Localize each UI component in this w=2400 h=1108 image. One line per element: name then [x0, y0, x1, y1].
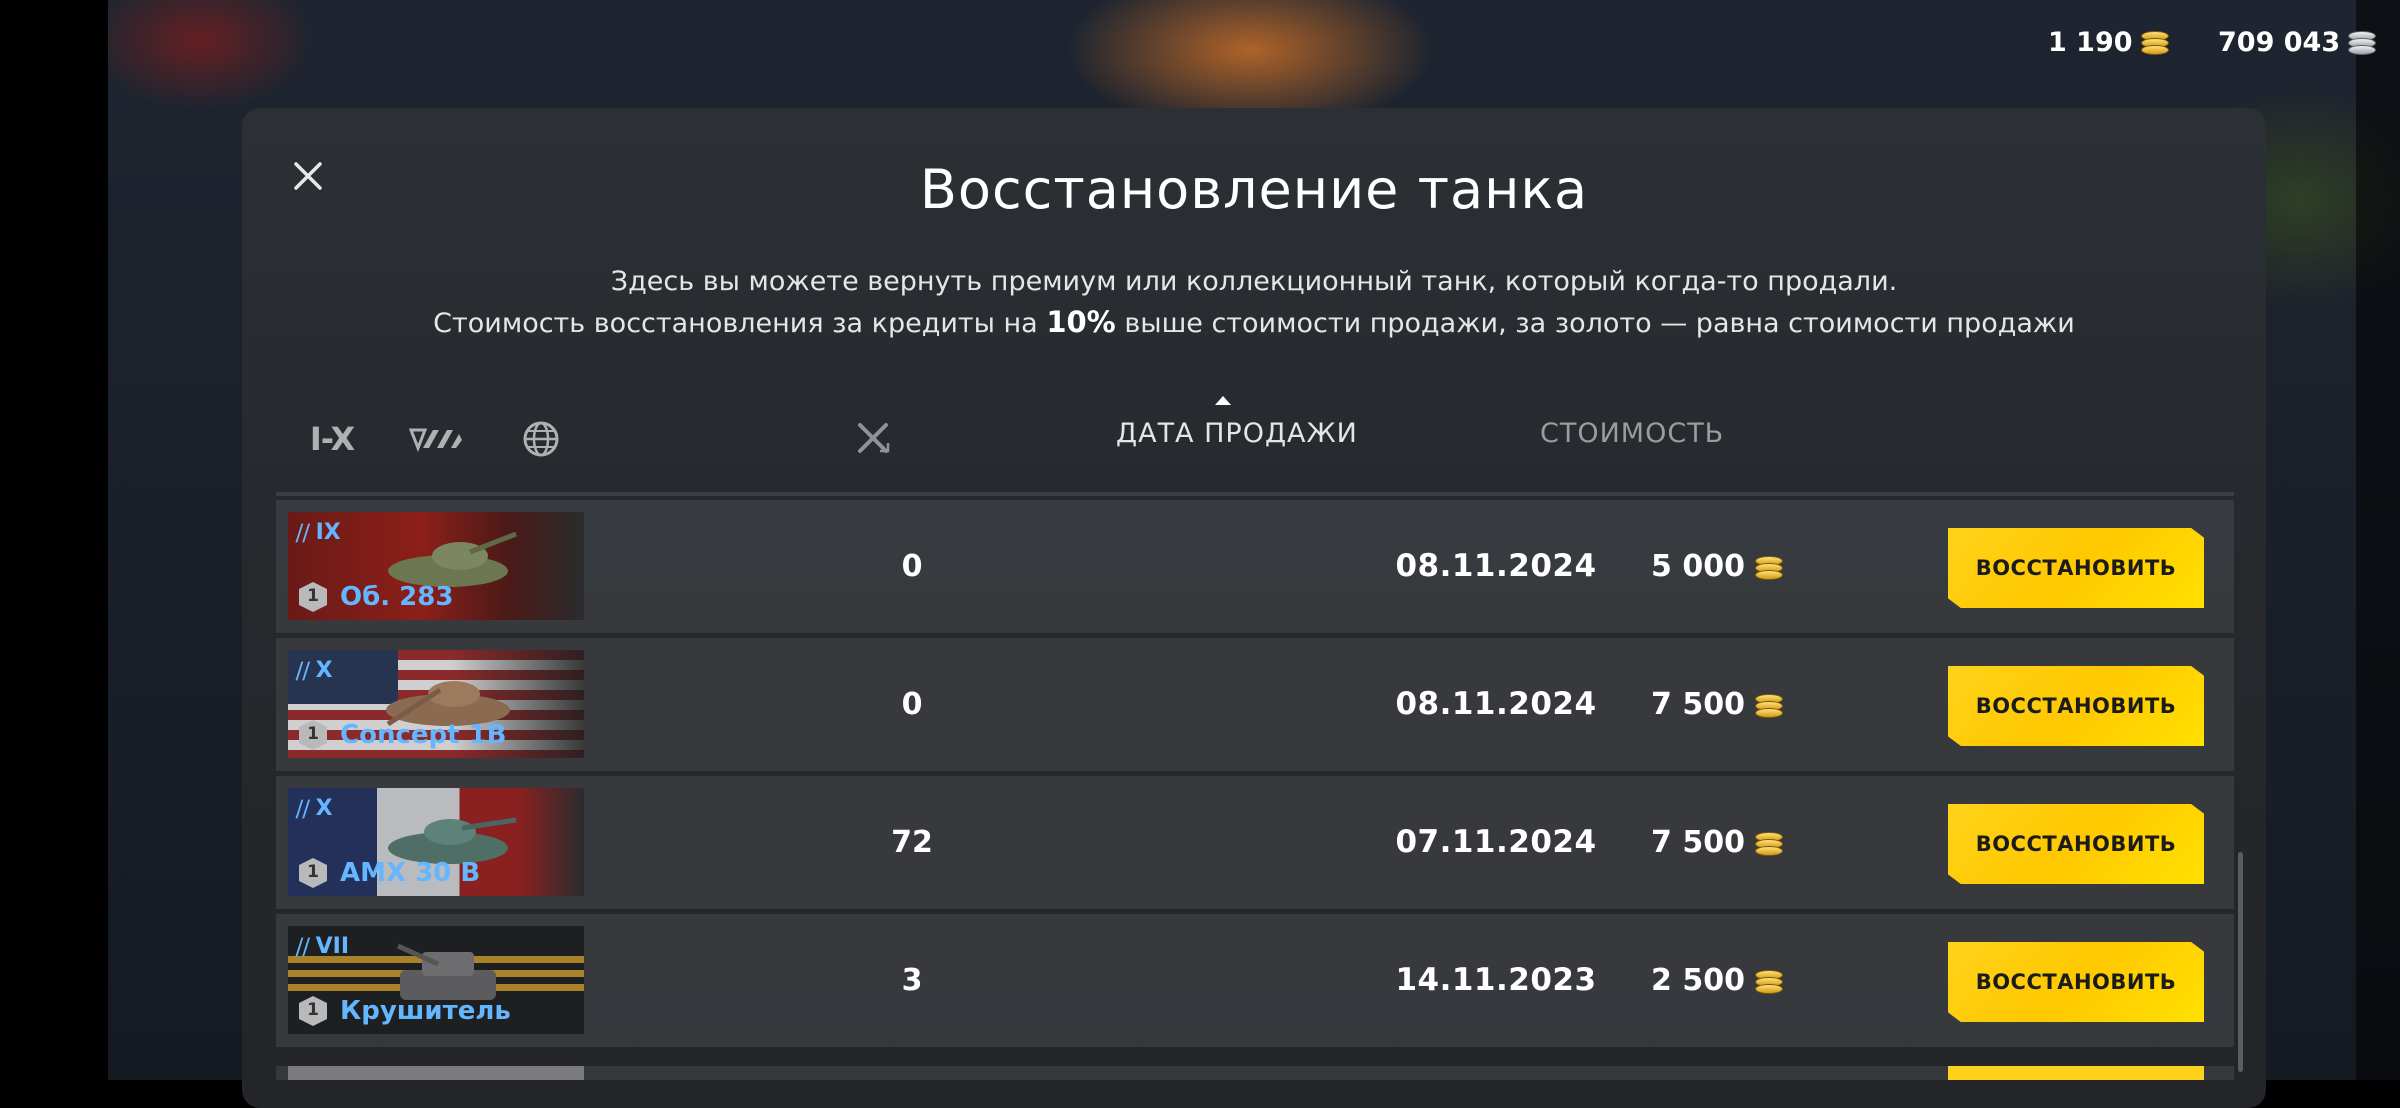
battles-count: 0 [901, 687, 923, 722]
battles-count: 3 [901, 963, 923, 998]
tank-thumbnail [288, 1066, 584, 1080]
left-letterbox [0, 0, 108, 1080]
description-line-2: Стоимость восстановления за кредиты на 1… [242, 302, 2266, 344]
battles-count: 72 [891, 825, 933, 860]
tank-thumbnail: ⧸⧸ X 1 Concept 1B [288, 650, 584, 758]
tier-label: X [315, 796, 333, 821]
dialog-description: Здесь вы можете вернуть премиум или колл… [242, 262, 2266, 344]
tank-name: Concept 1B [340, 720, 507, 750]
credits-amount: 709 043 [2218, 26, 2341, 58]
cost-amount: 7 500 [1651, 825, 1745, 860]
restore-button[interactable]: ВОССТАНОВИТЬ [1948, 942, 2204, 1022]
table-row: ⧸⧸ X 1 AMX 30 B 72 07.11.2024 7 500 ВОССТ… [276, 776, 2234, 909]
restore-button[interactable]: ВОССТАНОВИТЬ [1948, 804, 2204, 884]
restore-cost: 2 500 [1546, 914, 1886, 1047]
tank-tier: ⧸⧸ X [296, 658, 333, 683]
mastery-badge-icon: 1 [296, 994, 330, 1028]
description-line-2-end: выше стоимости продажи, за золото — равн… [1115, 308, 2075, 339]
nation-globe-icon[interactable] [516, 414, 566, 464]
tier-label: IX [315, 520, 341, 545]
elite-icon: ⧸⧸ [296, 520, 310, 545]
credits-coin-icon [2348, 31, 2377, 55]
gold-coin-icon [1754, 555, 1783, 580]
table-row: ⧸⧸ IX 1 Об. 283 0 08.11.2024 5 000 ВОССТА… [276, 500, 2234, 633]
tank-tier: ⧸⧸ VII [296, 934, 349, 959]
description-percent: 10% [1046, 305, 1116, 339]
table-row-partial [276, 1066, 2234, 1080]
tier-label: X [315, 658, 333, 683]
gold-coin-icon [1754, 693, 1783, 718]
tank-name: AMX 30 B [340, 858, 481, 888]
tier-filter-label: I-X [309, 420, 355, 458]
restore-cost: 7 500 [1546, 638, 1886, 771]
gold-coin-icon [1754, 969, 1783, 994]
gold-amount: 1 190 [2048, 26, 2133, 58]
gold-balance: 1 190 [2048, 22, 2169, 62]
description-line-1: Здесь вы можете вернуть премиум или колл… [610, 266, 1898, 297]
elite-icon: ⧸⧸ [296, 934, 310, 959]
cost-amount: 7 500 [1651, 687, 1745, 722]
restore-button[interactable]: ВОССТАНОВИТЬ [1948, 666, 2204, 746]
tank-thumbnail: ⧸⧸ IX 1 Об. 283 [288, 512, 584, 620]
tank-name: Крушитель [340, 996, 511, 1026]
dialog-title: Восстановление танка [919, 158, 1589, 221]
table-row: ⧸⧸ X 1 Concept 1B 0 08.11.2024 7 500 ВОСС… [276, 638, 2234, 771]
sort-ascending-arrow-icon [1215, 396, 1231, 405]
credits-balance: 709 043 [2218, 22, 2377, 62]
scrollbar[interactable] [2238, 852, 2243, 1072]
mastery-badge-icon: 1 [296, 718, 330, 752]
mastery-badge-icon: 1 [296, 580, 330, 614]
battles-count: 0 [901, 549, 923, 584]
column-sale-date[interactable]: ДАТА ПРОДАЖИ [1116, 418, 1358, 449]
tier-label: VII [315, 934, 350, 959]
right-edge-shade [2356, 0, 2400, 1080]
tier-filter-icon[interactable]: I-X [306, 414, 358, 464]
restore-cost: 5 000 [1546, 500, 1886, 633]
header-divider [276, 492, 2234, 496]
crossed-swords-icon[interactable] [852, 414, 896, 464]
column-cost[interactable]: СТОИМОСТЬ [1540, 418, 1724, 449]
tank-thumbnail: ⧸⧸ X 1 AMX 30 B [288, 788, 584, 896]
mastery-badge-icon: 1 [296, 856, 330, 890]
tank-name: Об. 283 [340, 582, 454, 612]
restore-button[interactable] [1948, 1066, 2204, 1080]
cost-amount: 2 500 [1651, 963, 1745, 998]
restore-button[interactable]: ВОССТАНОВИТЬ [1948, 528, 2204, 608]
vehicle-type-filter-icon[interactable] [408, 414, 464, 464]
description-line-2-start: Стоимость восстановления за кредиты на [433, 308, 1047, 339]
table-row: ⧸⧸ VII 1 Крушитель 3 14.11.2023 2 500 ВОС… [276, 914, 2234, 1047]
tank-tier: ⧸⧸ IX [296, 520, 341, 545]
tank-thumbnail: ⧸⧸ VII 1 Крушитель [288, 926, 584, 1034]
cost-amount: 5 000 [1651, 549, 1745, 584]
restore-cost: 7 500 [1546, 776, 1886, 909]
elite-icon: ⧸⧸ [296, 658, 310, 683]
tank-tier: ⧸⧸ X [296, 796, 333, 821]
elite-icon: ⧸⧸ [296, 796, 310, 821]
gold-coin-icon [2140, 31, 2169, 55]
gold-coin-icon [1754, 831, 1783, 856]
